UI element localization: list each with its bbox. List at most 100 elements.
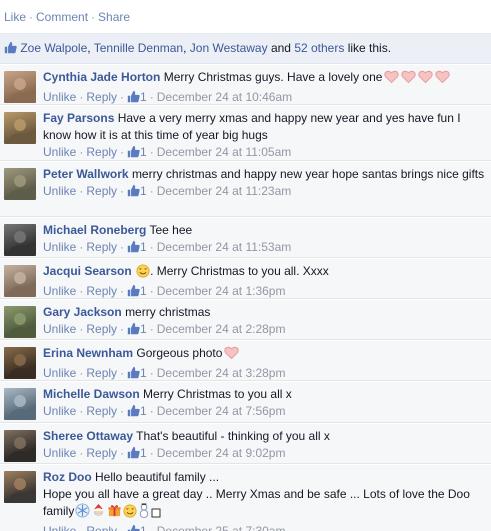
unlike-link[interactable]: Unlike [43,90,76,104]
comment-meta: Unlike · Reply · 1 · December 24 at 11:53am [43,239,485,257]
reply-link[interactable]: Reply [86,90,117,104]
unlike-link[interactable]: Unlike [43,322,76,336]
unlike-link[interactable]: Unlike [43,184,76,198]
reply-link[interactable]: Reply [86,284,117,298]
share-link[interactable]: Share [98,10,130,24]
comment-like-count[interactable]: 1 [127,322,147,336]
comment-like-count[interactable]: 1 [127,524,147,531]
avatar[interactable] [4,306,36,338]
comment-message: . Merry Christmas to you all. Xxxx [150,264,329,278]
heart-eyes-emoji-icon [123,504,137,523]
liker-name[interactable]: Tennille Denman [94,41,183,55]
separator: · [120,145,125,159]
reply-link[interactable]: Reply [86,240,117,254]
unlike-link[interactable]: Unlike [43,404,76,418]
reply-link[interactable]: Reply [86,524,117,531]
avatar[interactable] [4,471,36,503]
comment-like-count[interactable]: 1 [127,184,147,198]
comment-meta: Unlike · Reply · 1 · December 24 at 2:28pm [43,321,485,339]
separator: · [149,90,154,104]
comment-like-count[interactable]: 1 [127,240,147,254]
likes-summary: Zoe Walpole, Tennille Denman, Jon Westaw… [0,33,491,64]
comment-link[interactable]: Comment [36,10,88,24]
like-link[interactable]: Like [4,10,26,24]
separator: · [120,284,125,298]
separator: · [149,322,154,336]
heart-icon [418,69,434,89]
separator: · [149,184,154,198]
snowflake-icon [75,503,90,523]
heart-icon [435,69,451,89]
comment-author-link[interactable]: Michelle Dawson [43,387,140,401]
unlike-link[interactable]: Unlike [43,366,76,380]
comment-author-link[interactable]: Michael Roneberg [43,223,146,237]
avatar[interactable] [4,224,36,256]
avatar[interactable] [4,168,36,200]
reply-link[interactable]: Reply [86,404,117,418]
reply-link[interactable]: Reply [86,145,117,159]
heart-eyes-emoji-icon [136,264,150,283]
comment-timestamp[interactable]: December 24 at 7:56pm [157,404,286,418]
unlike-link[interactable]: Unlike [43,284,76,298]
comment-timestamp[interactable]: December 25 at 7:30am [157,524,286,531]
comment-timestamp[interactable]: December 24 at 11:53am [157,240,292,254]
comment-author-link[interactable]: Gary Jackson [43,305,122,319]
comment-like-count[interactable]: 1 [127,446,147,460]
comment-timestamp[interactable]: December 24 at 11:05am [157,145,292,159]
avatar[interactable] [4,430,36,462]
comment-author-link[interactable]: Cynthia Jade Horton [43,70,160,84]
comment-timestamp[interactable]: December 24 at 11:23am [157,184,292,198]
like-count: 1 [140,404,147,418]
liker-name[interactable]: Zoe Walpole [20,41,87,55]
comment-item: Peter Wallwork merry christmas and happy… [0,162,491,217]
comment-like-count[interactable]: 1 [127,404,147,418]
comment-message: Merry Christmas to you all x [143,387,292,401]
comment-timestamp[interactable]: December 24 at 10:46am [157,90,292,104]
comment-text: Peter Wallwork merry christmas and happy… [43,166,485,183]
thumbs-up-icon [127,404,140,421]
reply-link[interactable]: Reply [86,322,117,336]
heart-icon [401,69,417,89]
comment-author-link[interactable]: Jacqui Searson [43,264,132,278]
comment-author-link[interactable]: Erina Newnham [43,346,133,360]
separator: · [120,184,125,198]
post-actions: Like · Comment · Share [4,10,130,24]
comment-timestamp[interactable]: December 24 at 2:28pm [157,322,286,336]
comment-timestamp[interactable]: December 24 at 1:36pm [157,284,286,298]
reply-link[interactable]: Reply [86,366,117,380]
comment-item: Michael Roneberg Tee hee Unlike · Reply · 1 · D… [0,218,491,258]
separator: · [79,446,84,460]
comment-author-link[interactable]: Sheree Ottaway [43,429,133,443]
unlike-link[interactable]: Unlike [43,240,76,254]
comment-like-count[interactable]: 1 [127,366,147,380]
comment-author-link[interactable]: Fay Parsons [43,111,114,125]
likes-others-link[interactable]: 52 others [294,41,344,55]
comment-like-count[interactable]: 1 [127,284,147,298]
avatar[interactable] [4,71,36,103]
reply-link[interactable]: Reply [86,184,117,198]
comment-message: Merry Christmas guys. Have a lovely one [163,70,383,84]
avatar[interactable] [4,265,36,297]
comment-timestamp[interactable]: December 24 at 3:28pm [157,366,286,380]
comment-body: Fay Parsons Have a very merry xmas and h… [43,110,485,162]
avatar[interactable] [4,388,36,420]
avatar[interactable] [4,347,36,379]
liker-name[interactable]: Jon Westaway [190,41,268,55]
comment-author-link[interactable]: Roz Doo [43,470,92,484]
thumbs-up-icon [127,366,140,383]
separator: · [79,240,84,254]
separator: · [79,404,84,418]
comment-timestamp[interactable]: December 24 at 9:02pm [157,446,286,460]
comment-item: Cynthia Jade Horton Merry Christmas guys… [0,65,491,105]
comment-meta: Unlike · Reply · 1 · December 24 at 11:23am [43,183,485,201]
unlike-link[interactable]: Unlike [43,524,76,531]
unlike-link[interactable]: Unlike [43,446,76,460]
comment-meta: Unlike · Reply · 1 · December 24 at 1:36pm [43,283,485,301]
comment-author-link[interactable]: Peter Wallwork [43,167,129,181]
comment-like-count[interactable]: 1 [127,90,147,104]
comment-like-count[interactable]: 1 [127,145,147,159]
unlike-link[interactable]: Unlike [43,145,76,159]
comment-text: Sheree Ottaway That's beautiful - thinki… [43,428,485,445]
reply-link[interactable]: Reply [86,446,117,460]
avatar[interactable] [4,112,36,144]
